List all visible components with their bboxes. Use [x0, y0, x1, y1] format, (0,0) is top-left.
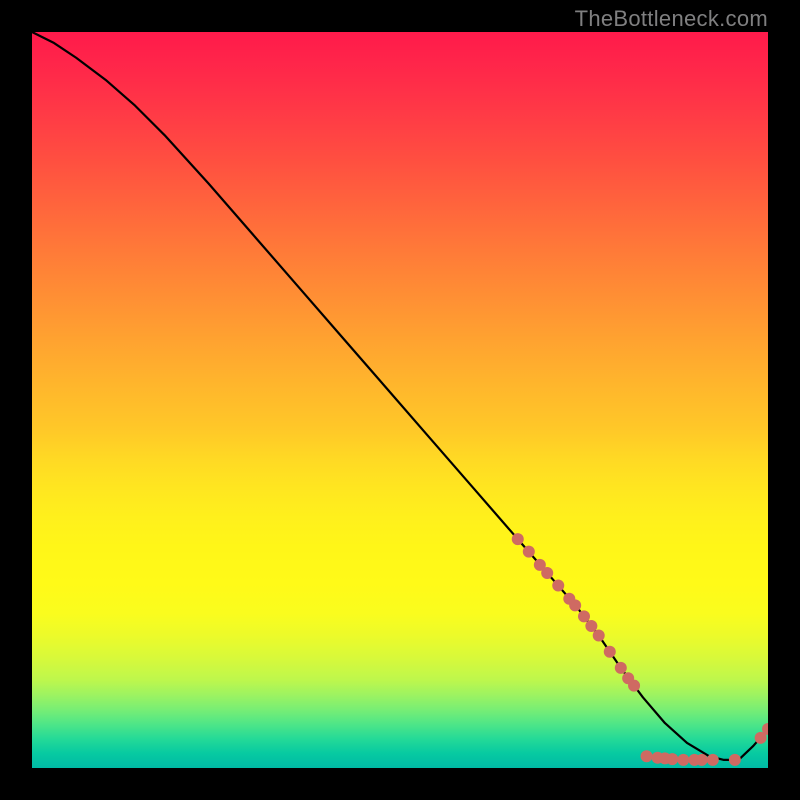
- marker-dot: [578, 610, 590, 622]
- marker-dot: [641, 750, 653, 762]
- marker-dot: [696, 754, 708, 766]
- marker-dot: [707, 754, 719, 766]
- marker-dot: [666, 753, 678, 765]
- marker-dot: [523, 546, 535, 558]
- marker-dot: [593, 630, 605, 642]
- marker-dot: [604, 646, 616, 658]
- marker-dot: [677, 754, 689, 766]
- watermark-text: TheBottleneck.com: [575, 6, 768, 32]
- marker-dot: [628, 680, 640, 692]
- marker-dot: [615, 662, 627, 674]
- curve-line: [32, 32, 768, 760]
- chart-stage: TheBottleneck.com: [0, 0, 800, 800]
- marker-dot: [729, 754, 741, 766]
- marker-dot: [569, 599, 581, 611]
- marker-dots: [512, 533, 768, 766]
- marker-dot: [552, 579, 564, 591]
- marker-dot: [541, 567, 553, 579]
- plot-area: [32, 32, 768, 768]
- marker-dot: [512, 533, 524, 545]
- plot-svg: [32, 32, 768, 768]
- marker-dot: [585, 620, 597, 632]
